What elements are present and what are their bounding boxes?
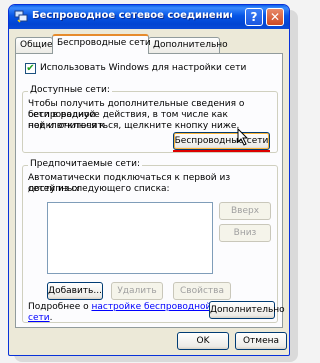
mouse-cursor-icon	[237, 128, 249, 146]
window-title: Беспроводное сетевое соединение - свой..…	[32, 10, 232, 21]
network-connection-icon	[14, 10, 28, 23]
use-windows-checkbox[interactable]: ✔	[25, 63, 36, 74]
preferred-networks-title: Предпочитаемые сети:	[28, 159, 142, 169]
tab-strip: Общие Беспроводные сети Дополнительно	[15, 34, 283, 54]
title-bar[interactable]: Беспроводное сетевое соединение - свой..…	[9, 5, 289, 29]
tab-panel: ✔ Использовать Windows для настройки сет…	[15, 53, 285, 328]
advanced-button[interactable]: Дополнительно	[209, 301, 285, 319]
help-button[interactable]: ?	[245, 8, 263, 26]
properties-button[interactable]: Свойства	[173, 282, 231, 300]
cancel-button[interactable]: Отмена	[235, 332, 287, 350]
remove-button[interactable]: Удалить	[111, 282, 163, 300]
add-button[interactable]: Добавить...	[47, 282, 103, 300]
available-info-line3: ней и отключиться, щелкните кнопку ниже.	[28, 121, 240, 131]
wireless-networks-button[interactable]: Беспроводные сети	[173, 132, 270, 150]
move-down-button[interactable]: Вниз	[219, 224, 271, 242]
tab-wireless-networks[interactable]: Беспроводные сети	[52, 34, 151, 54]
move-up-button[interactable]: Вверх	[219, 202, 271, 220]
preferred-networks-group: Предпочитаемые сети: Автоматически подкл…	[22, 159, 285, 324]
learn-more-line2: сети.	[28, 313, 52, 324]
close-button[interactable]: ✕	[266, 8, 284, 26]
preferred-info-line2: сетей из следующего списка:	[28, 184, 170, 194]
learn-more-suffix: .	[49, 313, 53, 323]
learn-more-link[interactable]: настройке беспроводной	[91, 302, 211, 312]
preferred-networks-list[interactable]	[47, 202, 213, 274]
dialog-window: Беспроводное сетевое соединение - свой..…	[8, 4, 290, 356]
tab-advanced[interactable]: Дополнительно	[148, 37, 228, 53]
learn-more-prefix: Подробнее о	[28, 302, 89, 312]
ok-button[interactable]: OK	[177, 332, 229, 350]
tab-general[interactable]: Общие	[15, 37, 53, 53]
annotation-underline	[173, 150, 270, 152]
available-networks-title: Доступные сети:	[28, 85, 112, 95]
learn-more-link-cont[interactable]: сети	[28, 313, 50, 323]
learn-more-line1: Подробнее о настройке беспроводной	[28, 302, 211, 313]
use-windows-label[interactable]: Использовать Windows для настройки сети	[40, 63, 246, 73]
